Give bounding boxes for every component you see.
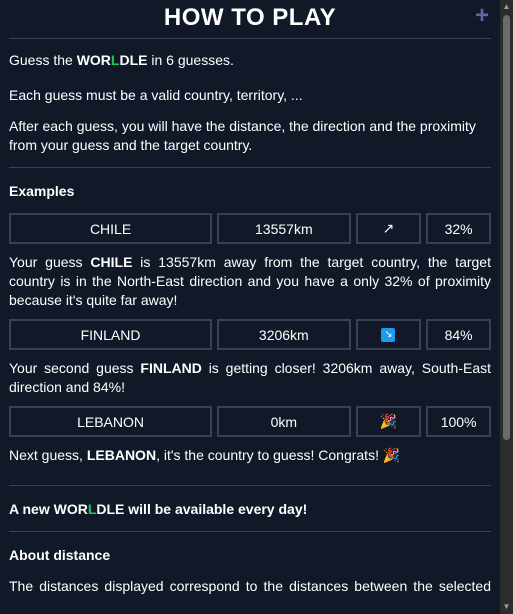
north-east-arrow-icon: ↗: [355, 213, 422, 244]
intro-line-1: Guess the WORLDLE in 6 guesses.: [9, 52, 234, 68]
example-row-1: CHILE 13557km ↗ 32%: [9, 213, 491, 244]
modal-content: Guess the WORLDLE in 6 guesses. Each gue…: [0, 51, 500, 596]
guess-proximity-cell: 84%: [426, 319, 491, 350]
guess-country-cell: CHILE: [9, 213, 213, 244]
brand-name: WORLDLE: [76, 52, 148, 68]
divider: [9, 531, 491, 532]
close-icon[interactable]: +: [475, 4, 489, 28]
guess-proximity-cell: 100%: [426, 406, 491, 437]
direction-cell: ↘: [355, 319, 422, 350]
modal-header: HOW TO PLAY +: [9, 0, 491, 39]
modal-title: HOW TO PLAY: [163, 4, 337, 31]
how-to-play-modal: HOW TO PLAY + Guess the WORLDLE in 6 gue…: [0, 0, 500, 614]
guess-proximity-cell: 32%: [426, 213, 491, 244]
about-distance-text: The distances displayed correspond to th…: [9, 578, 491, 594]
divider: [9, 167, 491, 168]
party-popper-icon: 🎉: [355, 406, 422, 437]
guess-distance-cell: 3206km: [217, 319, 351, 350]
scroll-up-arrow-icon[interactable]: ▲: [500, 0, 513, 14]
scrollbar-thumb[interactable]: [503, 15, 510, 440]
guess-distance-cell: 13557km: [217, 213, 351, 244]
example-2-description: Your second guess FINLAND is getting clo…: [9, 360, 491, 395]
guess-country-cell: LEBANON: [9, 406, 213, 437]
example-row-3: LEBANON 0km 🎉 100%: [9, 406, 491, 437]
example-1-description: Your guess CHILE is 13557km away from th…: [9, 254, 491, 308]
south-east-arrow-icon: ↘: [381, 327, 396, 342]
scroll-down-arrow-icon[interactable]: ▼: [500, 600, 513, 614]
examples-heading: Examples: [9, 183, 75, 199]
divider: [9, 485, 491, 486]
intro-line-2: Each guess must be a valid country, terr…: [9, 87, 303, 103]
guess-country-cell: FINLAND: [9, 319, 213, 350]
example-3-description: Next guess, LEBANON, it's the country to…: [9, 447, 401, 463]
example-row-2: FINLAND 3206km ↘ 84%: [9, 319, 491, 350]
guess-distance-cell: 0km: [217, 406, 351, 437]
daily-notice: A new WORLDLE will be available every da…: [9, 501, 308, 517]
intro-line-3: After each guess, you will have the dist…: [9, 118, 476, 153]
scrollbar[interactable]: ▲ ▼: [500, 0, 513, 614]
about-distance-heading: About distance: [9, 547, 111, 563]
